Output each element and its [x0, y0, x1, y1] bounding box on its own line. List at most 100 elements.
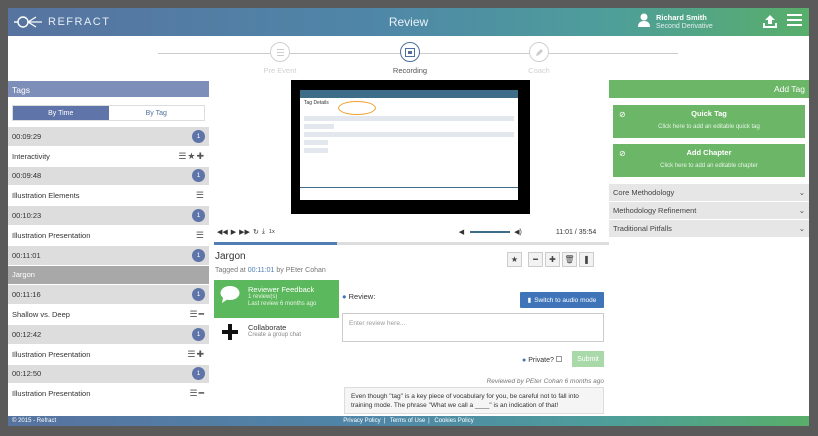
- tag-row-label: 00:11:16: [12, 290, 41, 300]
- tag-action-icons[interactable]: ☰★✚: [178, 151, 205, 162]
- tag-action-icons[interactable]: ☰: [196, 190, 205, 201]
- user-role: Second Derivative: [656, 23, 713, 30]
- tag-name-row[interactable]: Illustration Presentation ☰: [8, 226, 209, 246]
- info-icon: ●: [342, 292, 347, 301]
- pencil-icon: [529, 42, 549, 62]
- info-icon: ●: [522, 357, 527, 364]
- tag-row-label: Illustration Presentation: [12, 349, 91, 359]
- minus-button[interactable]: ━: [528, 252, 543, 267]
- toggle-by-tag[interactable]: By Tag: [108, 106, 204, 120]
- tag-name-row[interactable]: Interactivity ☰★✚: [8, 147, 209, 167]
- tag-row-label: Illustration Presentation: [12, 389, 91, 399]
- video-screen-heading: Tag Details: [304, 100, 329, 106]
- accordion-methodology-refinement[interactable]: Methodology Refinement ⌄: [609, 202, 809, 219]
- tag-time-row[interactable]: 00:12:42 1: [8, 324, 209, 345]
- progress-steps: Pre Event Recording Coach: [8, 36, 809, 86]
- toggle-by-time[interactable]: By Time: [13, 106, 109, 120]
- step-coach[interactable]: Coach: [499, 42, 579, 75]
- review-input[interactable]: Enter review here...: [342, 313, 604, 342]
- star-button[interactable]: ★: [507, 252, 522, 267]
- rewind-icon[interactable]: ◀◀: [217, 228, 228, 236]
- collaborate-sub: Create a group chat: [248, 332, 302, 338]
- tags-view-toggle: By Time By Tag: [12, 105, 205, 121]
- delete-button[interactable]: 🗑: [562, 252, 577, 267]
- tag-action-icons[interactable]: ☰━: [190, 309, 206, 320]
- tag-name-row[interactable]: Illustration Presentation ☰✚: [8, 345, 209, 365]
- plus-button[interactable]: ✚: [545, 252, 560, 267]
- tag-row-label: 00:12:42: [12, 329, 42, 339]
- accordion-traditional-pitfalls[interactable]: Traditional Pitfalls ⌄: [609, 220, 809, 237]
- tag-action-icons[interactable]: ☰: [196, 230, 205, 241]
- step-pre-event[interactable]: Pre Event: [240, 42, 320, 75]
- tag-row-label: Shallow vs. Deep: [12, 310, 70, 320]
- app-window: REFRACT Review Richard Smith Second Deri…: [8, 8, 809, 426]
- video-player[interactable]: Tag Details: [291, 80, 530, 214]
- tag-row-label: Interactivity: [12, 151, 50, 161]
- upload-icon[interactable]: [762, 14, 778, 29]
- tag-time-row[interactable]: 00:09:48 1: [8, 166, 209, 187]
- tag-row-label: 00:09:48: [12, 171, 42, 181]
- chevron-down-icon: ⌄: [798, 188, 805, 197]
- private-checkbox[interactable]: ● Private?: [522, 356, 562, 364]
- tag-time-row[interactable]: 00:09:29 1: [8, 127, 209, 147]
- submit-button[interactable]: Submit: [572, 351, 604, 367]
- tags-panel: Tags By Time By Tag 00:09:29 1 Interactivi…: [8, 81, 209, 416]
- speaker-icon: ◀): [514, 229, 522, 236]
- video-progress-bar[interactable]: [214, 242, 610, 245]
- reload-icon[interactable]: ↻: [253, 228, 259, 236]
- cookies-policy-link[interactable]: Cookies Policy: [434, 418, 473, 424]
- add-tag-panel: Add Tag ⊘ Quick Tag Click here to add an…: [609, 80, 809, 416]
- privacy-policy-link[interactable]: Privacy Policy: [343, 418, 380, 424]
- tag-row-label: 00:09:29: [12, 131, 42, 141]
- checkbox[interactable]: [555, 356, 562, 362]
- tag-action-icons[interactable]: ☰✚: [187, 349, 205, 360]
- tag-row-label: 00:11:01: [12, 250, 41, 260]
- playback-speed[interactable]: 1x: [269, 229, 275, 235]
- review-section: ● Review: ▮ Switch to audio mode Enter r…: [342, 288, 612, 418]
- tags-panel-title: Tags: [8, 81, 209, 97]
- review-meta: Reviewed by PEter Cohan 6 months ago: [486, 378, 604, 385]
- collaborate-item[interactable]: Collaborate Create a group chat: [214, 318, 339, 356]
- reviewer-feedback-item[interactable]: Reviewer Feedback 1 review(s) Last revie…: [214, 280, 339, 318]
- video-progress-fill: [214, 242, 337, 245]
- tag-name-row[interactable]: Jargon: [8, 265, 209, 286]
- volume-slider[interactable]: [470, 231, 511, 233]
- list-icon: [270, 42, 290, 62]
- tag-action-icons[interactable]: ☰━: [190, 388, 206, 399]
- video-area: Tag Details: [212, 80, 612, 223]
- user-icon: [638, 13, 650, 27]
- tag-name-row[interactable]: Shallow vs. Deep ☰━: [8, 305, 209, 325]
- terms-of-use-link[interactable]: Terms of Use: [390, 418, 425, 424]
- user-menu[interactable]: Richard Smith Second Derivative: [638, 13, 713, 31]
- download-icon[interactable]: ⤓: [262, 228, 265, 236]
- tag-time-row[interactable]: 00:11:01 1: [8, 245, 209, 266]
- step-recording[interactable]: Recording: [370, 42, 450, 75]
- add-chapter-card[interactable]: ⊘ Add Chapter Click here to add an edita…: [613, 144, 805, 177]
- tag-row-label: Illustration Presentation: [12, 230, 91, 240]
- step-label: Coach: [528, 66, 550, 75]
- fast-forward-icon[interactable]: ▶▶: [239, 228, 250, 236]
- tag-name-row[interactable]: Illustration Presentation ☰━: [8, 384, 209, 405]
- count-badge: 1: [192, 169, 205, 183]
- player-controls: ◀◀ ▶ ▶▶ ↻ ⤓ 1x ◀ ◀) 11:01 / 35:54: [212, 224, 612, 240]
- feedback-list: Reviewer Feedback 1 review(s) Last revie…: [214, 280, 339, 416]
- chevron-down-icon: ⌄: [798, 224, 805, 233]
- tag-time-row[interactable]: 00:12:50 1: [8, 364, 209, 385]
- tag-row-label: 00:10:23: [12, 211, 42, 221]
- tag-time-row[interactable]: 00:10:23 1: [8, 206, 209, 226]
- hamburger-menu-icon[interactable]: [787, 14, 802, 28]
- step-label: Recording: [392, 66, 428, 75]
- play-icon[interactable]: ▶: [231, 228, 236, 236]
- tag-name-row[interactable]: Illustration Elements ☰: [8, 186, 209, 207]
- volume-icon[interactable]: ◀: [459, 228, 464, 236]
- tag-row-label: 00:12:50: [12, 369, 42, 379]
- quick-tag-sub: Click here to add an editable quick tag: [658, 124, 760, 130]
- feedback-last: Last review 6 months ago: [248, 301, 317, 307]
- switch-audio-button[interactable]: ▮ Switch to audio mode: [520, 292, 604, 308]
- review-label: ● Review:: [342, 292, 376, 301]
- tagged-time-link[interactable]: 00:11:01: [248, 267, 275, 274]
- accordion-core-methodology[interactable]: Core Methodology ⌄: [609, 184, 809, 201]
- quick-tag-card[interactable]: ⊘ Quick Tag Click here to add an editabl…: [613, 105, 805, 138]
- tag-time-row[interactable]: 00:11:16 1: [8, 285, 209, 306]
- bookmark-button[interactable]: ❚: [579, 252, 594, 267]
